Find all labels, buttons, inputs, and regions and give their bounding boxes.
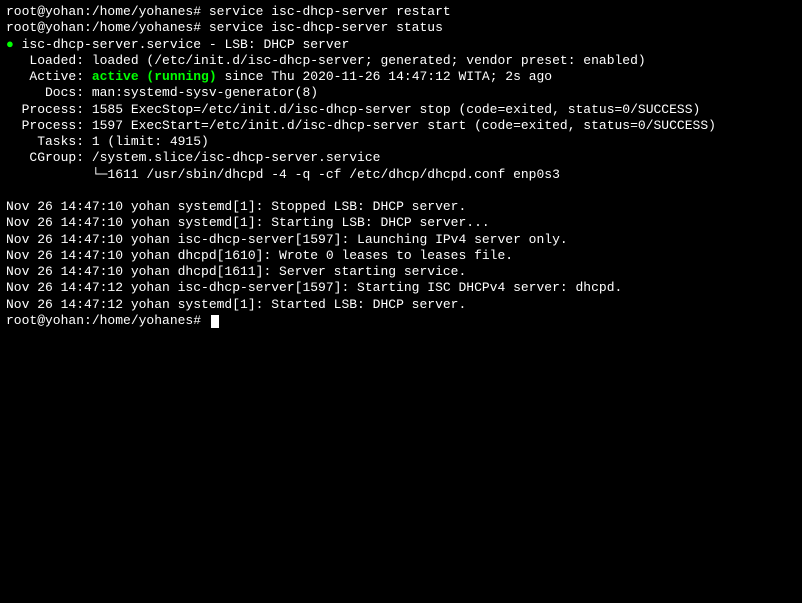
service-header: ● isc-dhcp-server.service - LSB: DHCP se… (6, 37, 796, 53)
loaded-line: Loaded: loaded (/etc/init.d/isc-dhcp-ser… (6, 53, 796, 69)
log-line: Nov 26 14:47:10 yohan dhcpd[1611]: Serve… (6, 264, 796, 280)
terminal-output: root@yohan:/home/yohanes# service isc-dh… (6, 4, 796, 329)
log-line: Nov 26 14:47:10 yohan dhcpd[1610]: Wrote… (6, 248, 796, 264)
log-line: Nov 26 14:47:10 yohan systemd[1]: Stoppe… (6, 199, 796, 215)
active-status: active (running) (92, 69, 217, 84)
prompt-line[interactable]: root@yohan:/home/yohanes# (6, 313, 796, 329)
log-line: Nov 26 14:47:10 yohan isc-dhcp-server[15… (6, 232, 796, 248)
log-line: Nov 26 14:47:12 yohan isc-dhcp-server[15… (6, 280, 796, 296)
process-line-1: Process: 1585 ExecStop=/etc/init.d/isc-d… (6, 102, 796, 118)
process-line-2: Process: 1597 ExecStart=/etc/init.d/isc-… (6, 118, 796, 134)
log-line: Nov 26 14:47:10 yohan systemd[1]: Starti… (6, 215, 796, 231)
active-line: Active: active (running) since Thu 2020-… (6, 69, 796, 85)
docs-line: Docs: man:systemd-sysv-generator(8) (6, 85, 796, 101)
prompt: root@yohan (6, 20, 84, 35)
cgroup-line-2: └─1611 /usr/sbin/dhcpd -4 -q -cf /etc/dh… (6, 167, 796, 183)
command-line-2: root@yohan:/home/yohanes# service isc-dh… (6, 20, 796, 36)
log-line: Nov 26 14:47:12 yohan systemd[1]: Starte… (6, 297, 796, 313)
prompt: root@yohan (6, 313, 84, 328)
blank-line (6, 183, 796, 199)
cursor-icon (211, 315, 219, 328)
command-line-1: root@yohan:/home/yohanes# service isc-dh… (6, 4, 796, 20)
tasks-line: Tasks: 1 (limit: 4915) (6, 134, 796, 150)
cgroup-line-1: CGroup: /system.slice/isc-dhcp-server.se… (6, 150, 796, 166)
command-text: service isc-dhcp-server restart (209, 4, 451, 19)
command-text: service isc-dhcp-server status (209, 20, 443, 35)
status-dot-icon: ● (6, 37, 14, 52)
prompt: root@yohan (6, 4, 84, 19)
